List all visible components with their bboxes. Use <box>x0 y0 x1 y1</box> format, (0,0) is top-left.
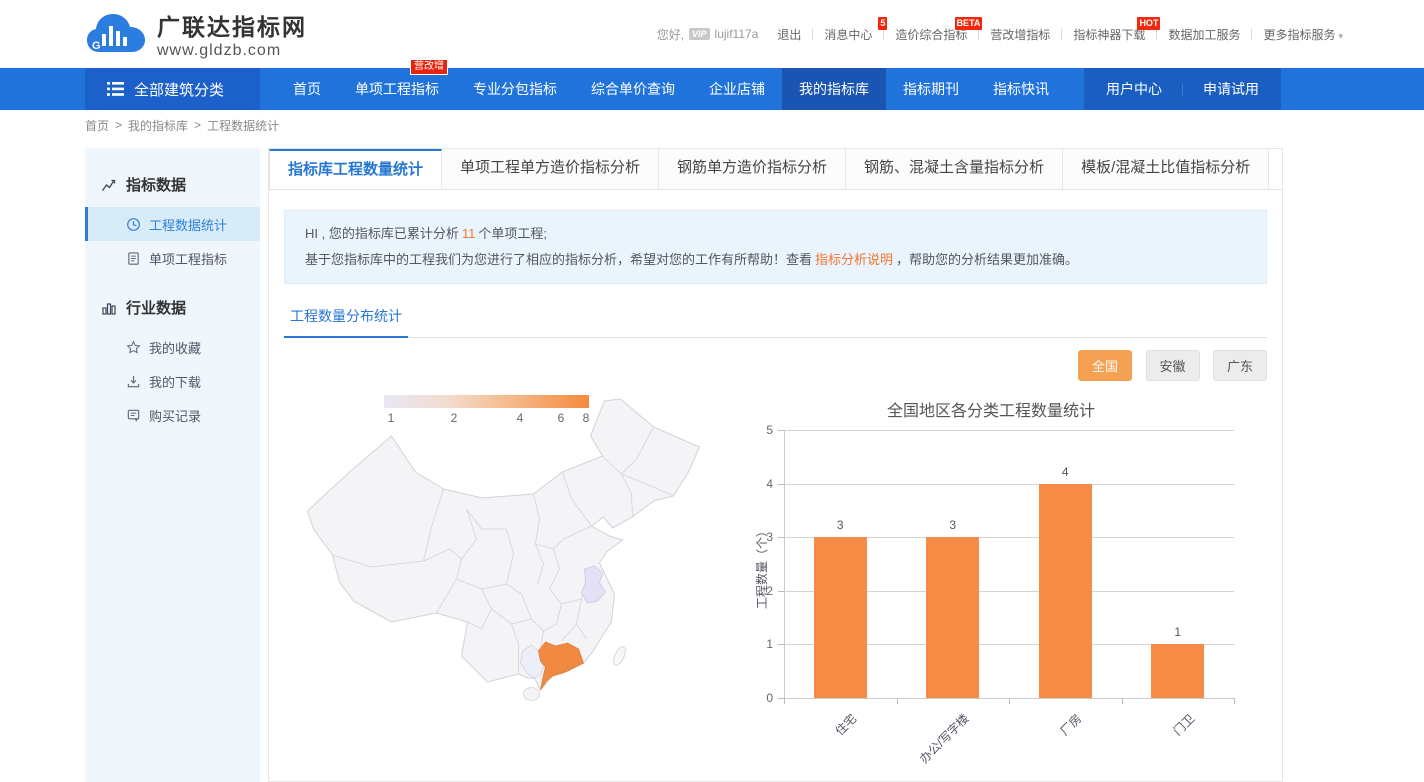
x-category-label: 门卫 <box>1169 710 1198 739</box>
trend-chart-icon <box>101 177 117 193</box>
nav-my-index-library[interactable]: 我的指标库 <box>782 68 886 110</box>
subtab-distribution-stats[interactable]: 工程数量分布统计 <box>284 306 408 338</box>
username: lujif117a <box>715 27 759 41</box>
cost-composite-index-link[interactable]: 造价综合指标 BETA <box>884 26 978 43</box>
region-button-guangdong[interactable]: 广东 <box>1213 350 1267 381</box>
tab-unit-cost-analysis[interactable]: 单项工程单方造价指标分析 <box>442 149 659 189</box>
sidebar-item-project-data-stats[interactable]: 工程数据统计 <box>85 207 260 241</box>
main-nav: 全部建筑分类 首页 单项工程指标 营改增 专业分包指标 综合单价查询 企业店铺 … <box>0 68 1424 110</box>
star-icon <box>126 340 141 355</box>
legend-gradient-bar <box>384 395 589 408</box>
sidebar-item-purchase-records[interactable]: 购买记录 <box>85 398 260 432</box>
more-services-link[interactable]: 更多指标服务▾ <box>1252 26 1354 43</box>
y-tick-label: 1 <box>739 637 773 651</box>
chevron-down-icon: ▾ <box>1338 31 1343 41</box>
nav-unit-price-query[interactable]: 综合单价查询 <box>574 68 692 110</box>
breadcrumb: 首页 > 我的指标库 > 工程数据统计 <box>0 110 1424 140</box>
user-greeting: 您好, VIP lujif117a <box>657 26 767 43</box>
logo-cloud-icon: G <box>85 10 147 58</box>
project-count: 11 <box>462 226 476 241</box>
notice-line1: HI , 您的指标库已累计分析11个单项工程; <box>305 221 1246 247</box>
data-processing-link[interactable]: 数据加工服务 <box>1157 26 1251 43</box>
site-title: 广联达指标网 <box>157 8 307 42</box>
vip-badge: VIP <box>689 28 710 40</box>
nav-subcontract-index[interactable]: 专业分包指标 <box>456 68 574 110</box>
document-icon <box>126 251 141 266</box>
tab-formwork-concrete-ratio[interactable]: 模板/混凝土比值指标分析 <box>1063 149 1269 189</box>
y-tick-label: 5 <box>739 423 773 437</box>
nav-index-news[interactable]: 指标快讯 <box>976 68 1066 110</box>
hamburger-icon <box>107 82 124 96</box>
bar-value-label: 3 <box>810 518 870 532</box>
main-panel: 指标库工程数量统计 单项工程单方造价指标分析 钢筋单方造价指标分析 钢筋、混凝土… <box>268 148 1283 782</box>
region-button-anhui[interactable]: 安徽 <box>1146 350 1200 381</box>
bar-办公/写字楼[interactable] <box>926 537 979 698</box>
sidebar-item-my-downloads[interactable]: 我的下载 <box>85 364 260 398</box>
charts-area: 1 2 4 6 8 <box>269 381 1282 782</box>
apply-trial-link[interactable]: 申请试用 <box>1203 79 1259 99</box>
tab-rebar-concrete-content[interactable]: 钢筋、混凝土含量指标分析 <box>846 149 1063 189</box>
beta-badge: BETA <box>955 17 983 30</box>
index-tool-download-link[interactable]: 指标神器下载 HOT <box>1062 26 1156 43</box>
sidebar: 指标数据 工程数据统计 单项工程指标 行业数据 我的收藏 <box>85 148 260 782</box>
breadcrumb-current: 工程数据统计 <box>207 117 279 134</box>
region-filter: 全国 安徽 广东 <box>284 350 1267 381</box>
download-icon <box>126 374 141 389</box>
bar-chart[interactable]: 全国地区各分类工程数量统计 0123453住宅3办公/写字楼4厂房1门卫工程数量… <box>731 389 1256 782</box>
analysis-tabs: 指标库工程数量统计 单项工程单方造价指标分析 钢筋单方造价指标分析 钢筋、混凝土… <box>269 149 1282 190</box>
bar-chart-icon <box>101 300 117 316</box>
notice-line2: 基于您指标库中的工程我们为您进行了相应的指标分析，希望对您的工作有所帮助！查看指… <box>305 247 1246 273</box>
message-center-link[interactable]: 消息中心 5 <box>813 26 883 43</box>
breadcrumb-home[interactable]: 首页 <box>85 117 109 134</box>
region-button-national[interactable]: 全国 <box>1078 350 1132 381</box>
y-tick-label: 0 <box>739 691 773 705</box>
header-links: 您好, VIP lujif117a 退出 消息中心 5 造价综合指标 BETA … <box>657 26 1354 43</box>
nav-home[interactable]: 首页 <box>276 68 338 110</box>
nav-index-journal[interactable]: 指标期刊 <box>886 68 976 110</box>
svg-text:G: G <box>92 40 101 52</box>
y-axis-title: 工程数量（个） <box>753 525 770 609</box>
sidebar-item-single-project-index[interactable]: 单项工程指标 <box>85 241 260 275</box>
bar-value-label: 1 <box>1148 625 1208 639</box>
sidebar-section-industry-data: 行业数据 <box>85 285 260 330</box>
subtab-row: 工程数量分布统计 <box>284 306 1267 338</box>
breadcrumb-my-library[interactable]: 我的指标库 <box>128 117 188 134</box>
china-outline <box>308 399 700 690</box>
greeting-text: 您好, <box>657 26 684 43</box>
tab-project-count-stats[interactable]: 指标库工程数量统计 <box>269 149 442 189</box>
sidebar-item-my-favorites[interactable]: 我的收藏 <box>85 330 260 364</box>
clock-icon <box>126 217 141 232</box>
notice-box: HI , 您的指标库已累计分析11个单项工程; 基于您指标库中的工程我们为您进行… <box>284 210 1267 284</box>
china-map[interactable]: 1 2 4 6 8 <box>284 389 719 719</box>
vat-index-link[interactable]: 营改增指标 <box>979 26 1061 43</box>
divider: ｜ <box>1176 80 1189 99</box>
analysis-help-link[interactable]: 指标分析说明 <box>815 252 893 267</box>
tab-rebar-cost-analysis[interactable]: 钢筋单方造价指标分析 <box>659 149 846 189</box>
user-center-link[interactable]: 用户中心 <box>1106 79 1162 99</box>
bar-住宅[interactable] <box>814 537 867 698</box>
nav-single-project-index[interactable]: 单项工程指标 营改增 <box>338 68 456 110</box>
receipt-icon <box>126 408 141 423</box>
site-url: www.gldzb.com <box>157 42 307 60</box>
province-taiwan[interactable] <box>611 645 628 667</box>
bar-门卫[interactable] <box>1151 644 1204 698</box>
sidebar-section-index-data: 指标数据 <box>85 162 260 207</box>
all-categories-button[interactable]: 全部建筑分类 <box>85 68 260 110</box>
logout-link[interactable]: 退出 <box>766 26 812 43</box>
province-hainan[interactable] <box>524 688 540 701</box>
bar-厂房[interactable] <box>1039 484 1092 698</box>
map-color-legend: 1 2 4 6 8 <box>384 395 589 427</box>
vat-reform-badge: 营改增 <box>410 59 448 75</box>
site-header: G 广联达指标网 www.gldzb.com 您好, VIP lujif117a… <box>0 0 1424 68</box>
chart-title: 全国地区各分类工程数量统计 <box>731 397 1251 421</box>
china-map-svg <box>284 389 719 719</box>
nav-user-area: 用户中心 ｜ 申请试用 <box>1084 68 1281 110</box>
bar-value-label: 3 <box>923 518 983 532</box>
province-guangdong[interactable] <box>539 642 584 690</box>
logo[interactable]: G 广联达指标网 www.gldzb.com <box>85 8 307 60</box>
bar-value-label: 4 <box>1035 465 1095 479</box>
nav-enterprise-shop[interactable]: 企业店铺 <box>692 68 782 110</box>
y-tick-label: 4 <box>739 477 773 491</box>
